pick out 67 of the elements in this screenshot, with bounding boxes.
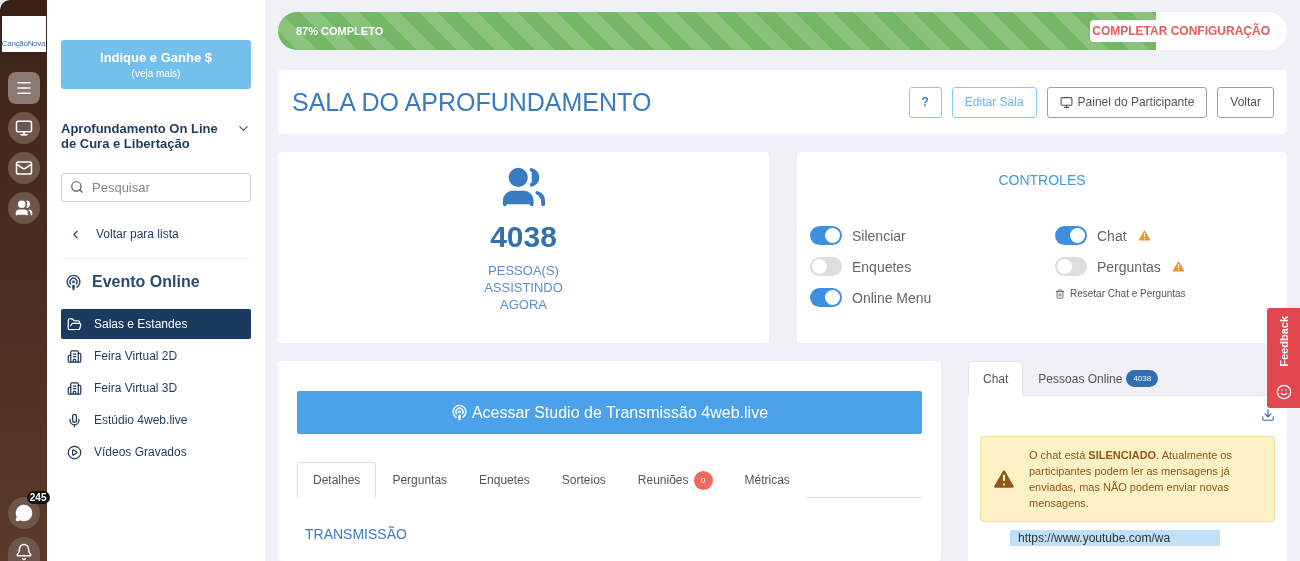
tab[interactable]: Chat xyxy=(968,361,1024,396)
progress-label: 87% COMPLETO xyxy=(296,25,384,38)
smiley-icon xyxy=(1275,384,1292,400)
sidebar-item[interactable]: Feira Virtual 2D xyxy=(61,341,251,371)
download-icon[interactable] xyxy=(1261,408,1275,422)
toggle-label: Chat xyxy=(1097,227,1127,244)
alert-text: O chat está SILENCIADO. Atualmente os participantes podem ler as mensagens já enviadas, mas NÃO podem enviar novas mensagens. xyxy=(1029,448,1233,511)
toggle-switch[interactable] xyxy=(810,226,842,245)
url-field[interactable]: https://www.youtube.com/wa xyxy=(1010,530,1220,546)
microphone-icon xyxy=(67,412,82,428)
tab[interactable]: Detalhes xyxy=(297,462,377,498)
toggle-label: Perguntas xyxy=(1097,258,1161,275)
rail-button[interactable] xyxy=(7,112,40,144)
menu-icon xyxy=(14,79,33,97)
promo-title: Indique e Ganhe $ xyxy=(100,50,212,65)
warning-icon xyxy=(1170,259,1186,274)
toggle-label: Silenciar xyxy=(852,227,906,244)
sidebar-item[interactable]: Vídeos Gravados xyxy=(61,437,251,467)
trash-icon xyxy=(1055,288,1065,299)
toggle-switch[interactable] xyxy=(1055,226,1087,245)
chat-bubble-icon xyxy=(14,504,33,522)
event-title: Aprofundamento On Line de Cura e Libertação xyxy=(61,121,219,151)
header-button[interactable]: ? xyxy=(908,86,942,118)
search-field[interactable]: Pesquisar xyxy=(61,173,251,202)
play-icon xyxy=(67,444,82,460)
viewer-count: 4038 xyxy=(490,220,557,254)
logo: CançãoNova xyxy=(1,16,46,52)
users-icon xyxy=(14,199,33,217)
building-icon xyxy=(67,348,82,364)
toggle-switch[interactable] xyxy=(810,288,842,307)
rail-button[interactable] xyxy=(7,72,40,104)
viewer-caption: PESSOA(S) ASSISTINDO AGORA xyxy=(483,262,564,313)
notification-badge: 245 xyxy=(26,491,50,504)
header-button[interactable]: Voltar xyxy=(1217,86,1274,118)
back-link[interactable]: Voltar para lista xyxy=(61,222,251,246)
toggle-label: Enquetes xyxy=(852,258,912,275)
bell-icon xyxy=(14,543,33,561)
rail-button[interactable] xyxy=(7,152,40,184)
podcast-icon xyxy=(450,404,468,421)
section-heading: TRANSMISSÃO xyxy=(305,526,408,542)
sidebar-item[interactable]: Estúdio 4web.live xyxy=(61,405,251,435)
toggle-label: Online Menu xyxy=(852,289,932,306)
search-icon xyxy=(70,180,84,194)
rail-button[interactable] xyxy=(7,192,40,224)
monitor-icon xyxy=(1059,95,1073,109)
bell-button[interactable] xyxy=(7,537,40,561)
building-icon xyxy=(67,380,82,396)
mail-icon xyxy=(14,159,33,177)
sidebar-item[interactable]: Salas e Estandes xyxy=(61,309,251,339)
promo-subtitle: (veja mais) xyxy=(131,68,181,79)
section-title: Evento Online xyxy=(92,273,200,291)
sidebar-item[interactable]: Feira Virtual 3D xyxy=(61,373,251,403)
toggle-switch[interactable] xyxy=(1055,257,1087,276)
podcast-icon xyxy=(65,273,82,291)
complete-setup-link[interactable]: COMPLETAR CONFIGURAÇÃO xyxy=(1090,20,1272,43)
monitor-icon xyxy=(14,119,33,137)
reset-link[interactable]: Resetar Chat e Perguntas xyxy=(1055,288,1287,299)
folder-icon xyxy=(67,316,82,332)
tab[interactable]: Pessoas Online 4038 xyxy=(1023,361,1174,396)
controls-title: CONTROLES xyxy=(997,172,1087,188)
warning-icon xyxy=(1136,228,1152,243)
page-title: SALA DO APROFUNDAMENTO xyxy=(292,87,652,117)
header-button[interactable]: Painel do Participante xyxy=(1046,86,1208,118)
count-badge: 0 xyxy=(693,470,713,490)
toggle-switch[interactable] xyxy=(810,257,842,276)
count-badge: 4038 xyxy=(1126,370,1159,387)
feedback-tab[interactable]: Feedback xyxy=(1267,308,1300,408)
